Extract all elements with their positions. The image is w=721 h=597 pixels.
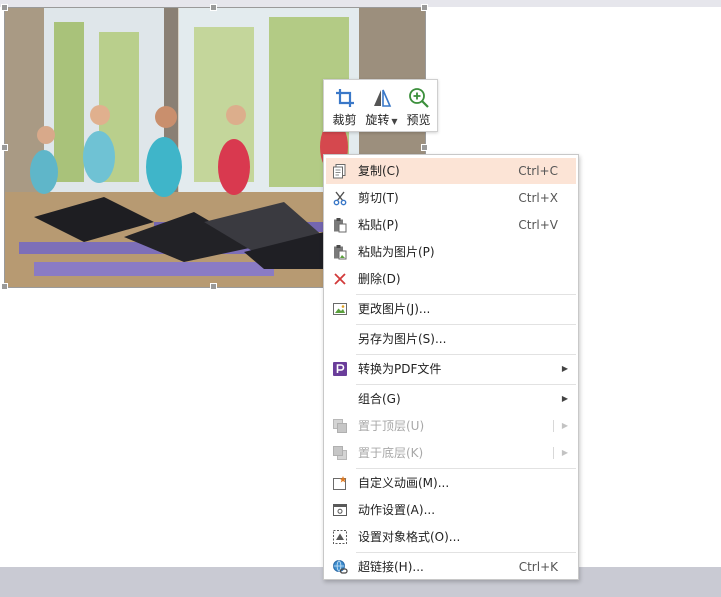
menu-item-custom-animation[interactable]: 自定义动画(M)... xyxy=(326,470,576,496)
submenu-arrow-icon: ▶ xyxy=(561,448,568,457)
delete-x-icon xyxy=(334,273,346,285)
resize-handle-top-left[interactable] xyxy=(1,4,8,11)
submenu-arrow-icon: ▶ xyxy=(561,364,568,373)
menu-item-delete[interactable]: 删除(D) xyxy=(326,266,576,292)
resize-handle-right[interactable] xyxy=(421,144,428,151)
menu-separator xyxy=(356,552,576,553)
menu-item-paste-as-picture[interactable]: 粘贴为图片(P) xyxy=(326,239,576,265)
copy-icon xyxy=(333,164,346,179)
preview-button[interactable]: 预览 xyxy=(400,82,437,130)
crop-label: 裁剪 xyxy=(332,113,357,127)
crop-icon xyxy=(335,89,354,107)
preview-label: 预览 xyxy=(406,113,431,127)
resize-handle-top-right[interactable] xyxy=(421,4,428,11)
submenu-arrow-icon: ▶ xyxy=(561,394,568,403)
menu-item-format-object[interactable]: 设置对象格式(O)... xyxy=(326,524,576,550)
menu-separator xyxy=(356,324,576,325)
scissors-icon xyxy=(333,191,347,206)
zoom-in-icon xyxy=(408,88,429,108)
send-to-back-icon xyxy=(333,446,347,460)
menu-separator xyxy=(356,354,576,355)
menu-item-hyperlink[interactable]: 超链接(H)... Ctrl+K xyxy=(326,554,576,580)
resize-handle-bottom-left[interactable] xyxy=(1,283,8,290)
picture-mini-toolbar: 裁剪 旋转 ▼ 预览 xyxy=(323,79,438,132)
paste-as-image-icon xyxy=(334,245,347,260)
submenu-arrow-icon: ▶ xyxy=(561,421,568,430)
rotate-dropdown-caret-icon[interactable]: ▼ xyxy=(391,117,397,126)
pdf-icon xyxy=(333,362,347,376)
resize-handle-left[interactable] xyxy=(1,144,8,151)
hyperlink-icon xyxy=(333,560,348,574)
menu-item-copy[interactable]: 复制(C) Ctrl+C xyxy=(326,158,576,184)
context-menu: 复制(C) Ctrl+C 剪切(T) Ctrl+X 粘贴(P) Ctrl+V 粘… xyxy=(323,154,579,580)
menu-item-cut[interactable]: 剪切(T) Ctrl+X xyxy=(326,185,576,211)
rotate-button[interactable]: 旋转 ▼ xyxy=(363,82,400,130)
crop-button[interactable]: 裁剪 xyxy=(326,82,363,130)
menu-separator xyxy=(356,468,576,469)
change-picture-icon xyxy=(333,303,347,315)
menu-item-change-picture[interactable]: 更改图片(J)... xyxy=(326,296,576,322)
menu-item-save-as-picture[interactable]: 另存为图片(S)... xyxy=(326,326,576,352)
menu-item-send-to-back: 置于底层(K) ▶ xyxy=(326,440,576,466)
flip-icon xyxy=(373,89,391,107)
menu-item-paste[interactable]: 粘贴(P) Ctrl+V xyxy=(326,212,576,238)
format-object-icon xyxy=(333,530,347,544)
menu-item-convert-to-pdf[interactable]: 转换为PDF文件 ▶ xyxy=(326,356,576,382)
split-divider xyxy=(553,447,554,459)
action-settings-icon xyxy=(333,504,347,516)
resize-handle-bottom[interactable] xyxy=(210,283,217,290)
paste-icon xyxy=(334,218,347,233)
menu-separator xyxy=(356,384,576,385)
rotate-label: 旋转 ▼ xyxy=(365,113,398,127)
resize-handle-top[interactable] xyxy=(210,4,217,11)
menu-item-bring-to-front: 置于顶层(U) ▶ xyxy=(326,413,576,439)
custom-animation-icon xyxy=(333,476,347,490)
split-divider xyxy=(553,420,554,432)
menu-separator xyxy=(356,294,576,295)
bring-to-front-icon xyxy=(333,419,347,433)
menu-item-action-settings[interactable]: 动作设置(A)... xyxy=(326,497,576,523)
menu-item-group[interactable]: 组合(G) ▶ xyxy=(326,386,576,412)
